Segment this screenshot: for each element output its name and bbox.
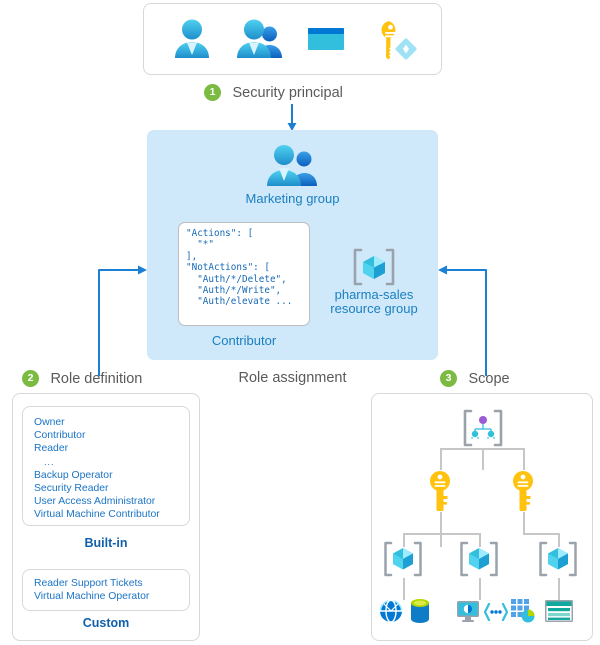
database-icon	[408, 598, 432, 624]
web-app-icon	[379, 598, 403, 624]
management-group-icon	[462, 408, 504, 448]
tree-line	[523, 448, 525, 470]
role-definition-json: "Actions": [ "*" ], "NotActions": [ "Aut…	[186, 228, 293, 308]
step-1-label: Security principal	[232, 84, 343, 101]
step-2-badge: 2	[22, 370, 39, 388]
storage-icon	[510, 598, 536, 624]
group-icon	[235, 15, 283, 63]
list-item: Virtual Machine Operator	[34, 591, 150, 603]
step-security-principal: 1 Security principal	[204, 84, 343, 102]
api-icon	[484, 602, 508, 622]
list-item: Virtual Machine Contributor	[34, 509, 160, 521]
tree-line	[440, 448, 524, 450]
tree-line	[523, 533, 559, 535]
list-item: Owner	[34, 417, 65, 428]
tree-line	[403, 578, 405, 600]
scope-resource-group-label: pharma-sales resource group	[325, 288, 423, 316]
arrow-principal-to-assignment	[287, 104, 297, 131]
builtin-roles-box: Owner Contributor Reader ... Backup Oper…	[22, 406, 190, 526]
resource-group-icon	[352, 248, 396, 286]
role-definition-code-box: "Actions": [ "*" ], "NotActions": [ "Aut…	[178, 222, 310, 326]
list-item: User Access Administrator	[34, 496, 156, 508]
step-3-label: Scope	[468, 370, 510, 387]
resource-group-icon	[459, 540, 499, 578]
table-icon	[544, 599, 574, 623]
tree-line	[558, 578, 560, 600]
scope-rg-line1: pharma-sales	[334, 287, 414, 302]
step-2-label: Role definition	[50, 370, 143, 387]
scope-rg-line2: resource group	[330, 301, 418, 316]
step-1-badge: 1	[204, 84, 221, 102]
subscription-icon	[428, 470, 452, 512]
list-item: Security Reader	[34, 483, 109, 495]
virtual-machine-icon	[455, 598, 481, 624]
arrow-scope-to-assignment	[438, 265, 487, 376]
tree-line	[440, 533, 442, 547]
list-item-ellipsis: ...	[44, 456, 55, 467]
arrow-role-definition-to-assignment	[98, 265, 147, 376]
security-principal-card	[143, 3, 442, 75]
service-principal-icon	[302, 15, 350, 63]
list-item: Backup Operator	[34, 469, 113, 481]
custom-roles-title: Custom	[82, 616, 130, 630]
role-assignment-caption: Role assignment	[238, 370, 347, 386]
marketing-group-icon	[260, 142, 322, 190]
resource-group-icon	[383, 540, 423, 578]
builtin-roles-title: Built-in	[84, 536, 128, 550]
tree-line	[482, 448, 484, 470]
subscription-icon	[511, 470, 535, 512]
contributor-role-label: Contributor	[211, 333, 277, 348]
tree-line	[523, 512, 525, 534]
list-item: Reader	[34, 443, 69, 455]
tree-line	[440, 448, 442, 470]
list-item: Contributor	[34, 430, 86, 442]
custom-roles-box: Reader Support Tickets Virtual Machine O…	[22, 569, 190, 611]
resource-group-icon	[538, 540, 578, 578]
tree-line	[440, 512, 442, 534]
list-item: Reader Support Tickets	[34, 578, 143, 589]
managed-identity-icon	[369, 15, 417, 63]
marketing-group-label: Marketing group	[245, 191, 340, 206]
step-3-badge: 3	[440, 370, 457, 388]
step-role-definition: 2 Role definition	[22, 370, 142, 388]
tree-line	[479, 578, 481, 600]
user-icon	[168, 15, 216, 63]
step-scope: 3 Scope	[440, 370, 510, 388]
